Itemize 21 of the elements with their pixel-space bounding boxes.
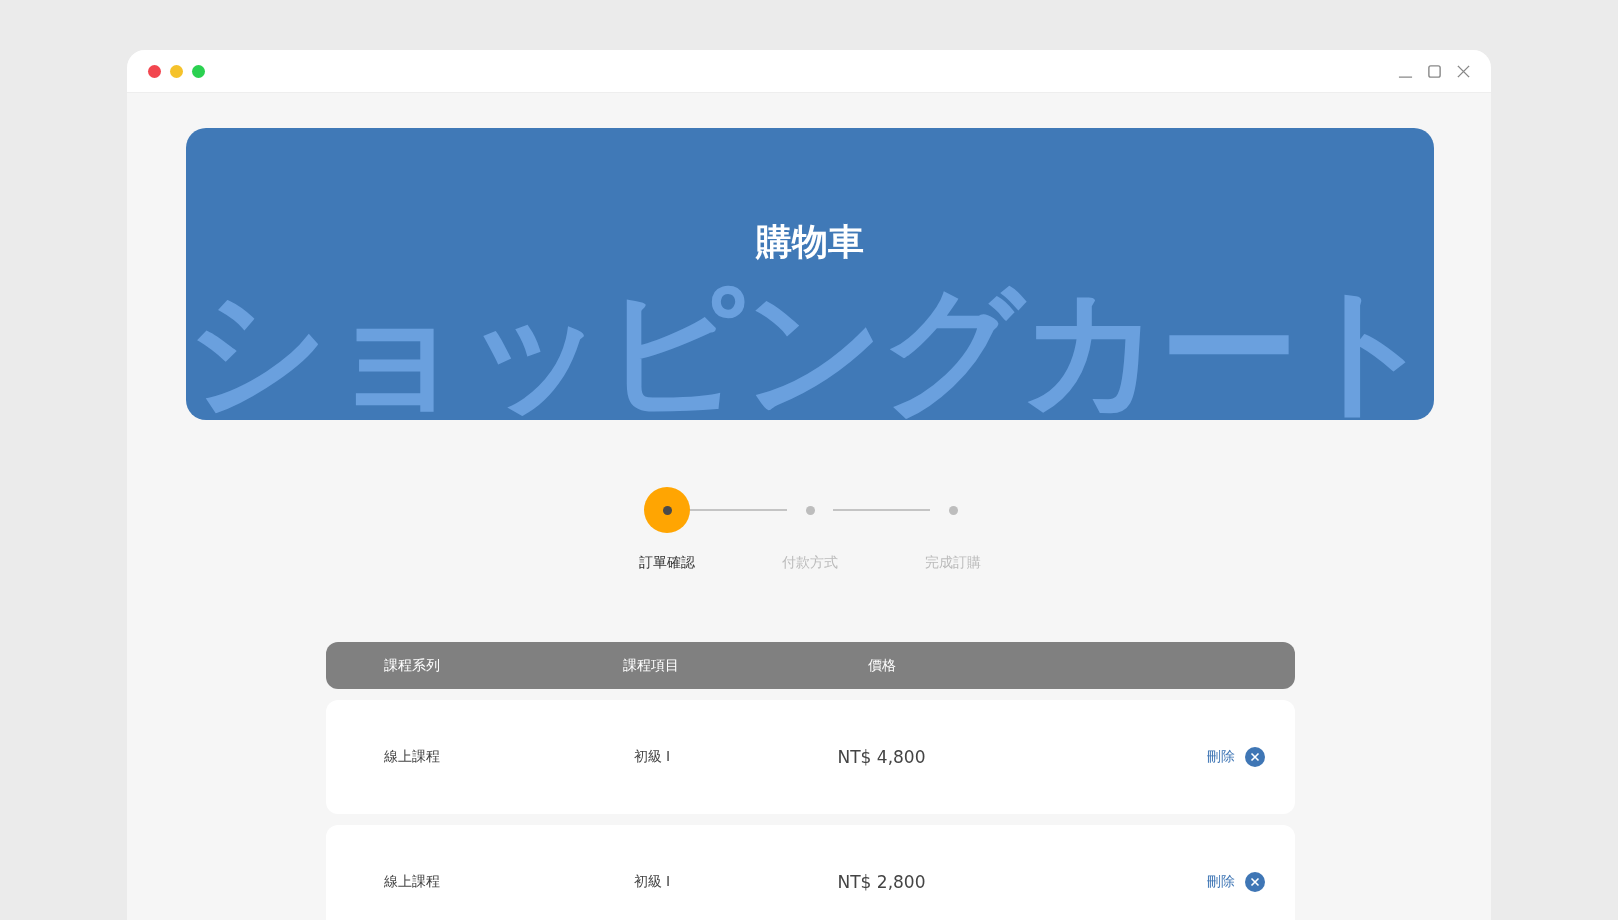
zoom-dot-icon[interactable] [192,64,205,78]
column-header: 價格 [867,656,897,675]
course-series-cell-text: 線上課程 [383,873,441,891]
maximize-icon[interactable] [1427,63,1442,79]
step-label: 完成訂購 [925,554,981,572]
delete-link[interactable]: 刪除 [1206,748,1235,766]
price-cell-text: NT$ 4,800 [837,747,927,767]
close-dot-icon[interactable] [148,64,161,78]
remove-icon[interactable] [1244,872,1265,892]
minimize-dot-icon[interactable] [170,64,183,78]
step-label: 訂單確認 [639,554,695,572]
course-series-cell-text: 線上課程 [383,748,441,766]
column-header: 課程項目 [622,656,680,675]
price-cell-text: NT$ 2,800 [837,872,927,892]
course-item-cell-text: 初級 I [633,873,672,891]
remove-icon[interactable] [1244,747,1265,767]
delete-link[interactable]: 刪除 [1206,873,1235,891]
column-header: 課程系列 [383,656,441,675]
course-item-cell-text: 初級 I [633,748,672,766]
close-icon[interactable] [1456,63,1471,79]
page-title: 購物車 [754,220,865,264]
